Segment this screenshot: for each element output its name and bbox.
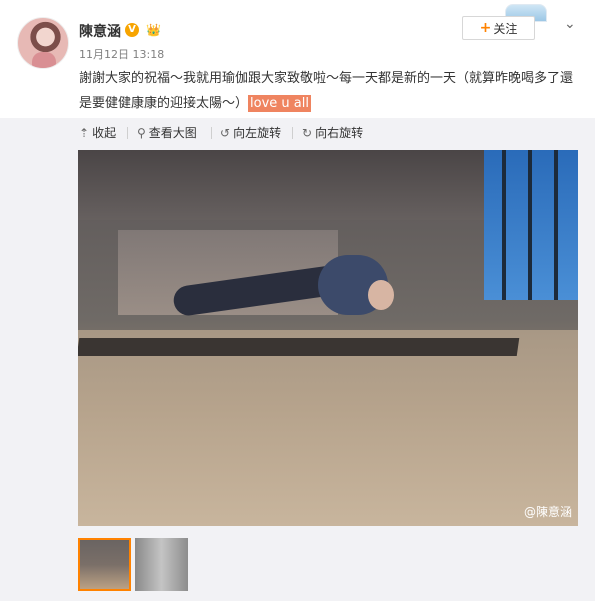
username[interactable]: 陳意涵 (79, 21, 121, 41)
post-text-highlight: love u all (248, 95, 311, 112)
rotate-right-label: 向右旋转 (315, 126, 364, 140)
chevron-down-icon[interactable]: ⌄ (564, 16, 576, 32)
verified-badge-icon: V (125, 23, 139, 37)
avatar[interactable] (17, 17, 69, 69)
photo-window (484, 150, 578, 300)
toolbar-divider (211, 127, 212, 139)
search-icon: ⚲ (137, 126, 146, 140)
rotate-left-label: 向左旋转 (233, 126, 282, 140)
image-toolbar: ⇡ 收起 ⚲ 查看大图 ↺ 向左旋转 ↻ 向右旋转 (0, 118, 595, 148)
follow-label: 关注 (493, 21, 518, 36)
post-text-main: 謝謝大家的祝福～我就用瑜伽跟大家致敬啦～每一天都是新的一天（就算昨晚喝多了還是要… (79, 71, 574, 111)
rotate-left-button[interactable]: ↺ 向左旋转 (220, 118, 281, 148)
plus-icon: + (479, 20, 492, 36)
person-head (368, 280, 394, 310)
arrow-up-icon: ⇡ (79, 126, 90, 140)
toolbar-divider (127, 127, 128, 139)
rotate-right-icon: ↻ (302, 126, 313, 140)
follow-button[interactable]: + 关注 (462, 16, 535, 40)
view-large-label: 查看大图 (148, 126, 197, 140)
main-photo[interactable]: @陳意涵 (78, 150, 578, 526)
yoga-mat (78, 338, 520, 356)
weibo-watermark: @陳意涵 (523, 505, 572, 519)
view-large-button[interactable]: ⚲ 查看大图 (137, 118, 197, 148)
toolbar-divider (292, 127, 293, 139)
collapse-button[interactable]: ⇡ 收起 (79, 118, 116, 148)
rotate-left-icon: ↺ (220, 126, 231, 140)
rotate-right-button[interactable]: ↻ 向右旋转 (302, 118, 363, 148)
thumbnail-2[interactable] (135, 538, 188, 591)
post-text: 謝謝大家的祝福～我就用瑜伽跟大家致敬啦～每一天都是新的一天（就算昨晚喝多了還是要… (79, 66, 579, 116)
photo-floor (78, 330, 578, 526)
collapse-label: 收起 (92, 126, 117, 140)
thumbnail-1[interactable] (78, 538, 131, 591)
post-time[interactable]: 11月12日 13:18 (79, 46, 164, 62)
member-crown-icon: 👑 (146, 23, 161, 37)
